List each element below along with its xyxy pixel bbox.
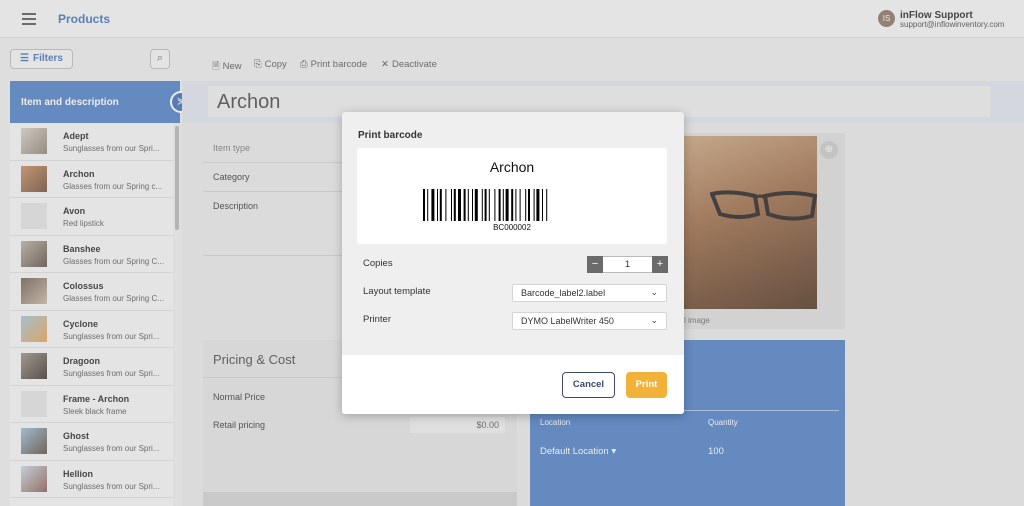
- preview-product-name: Archon: [489, 159, 535, 175]
- barcode-bar: [481, 189, 483, 221]
- barcode-bar: [525, 189, 527, 221]
- barcode-bar: [533, 189, 535, 221]
- barcode-bar: [463, 189, 466, 221]
- barcode-bar: [431, 189, 435, 221]
- barcode-bar: [546, 189, 548, 221]
- copies-label: Copies: [363, 258, 393, 269]
- barcode-bar: [488, 189, 490, 221]
- barcode-bar: [536, 189, 540, 221]
- decrement-button[interactable]: −: [587, 256, 603, 273]
- barcode-bar: [458, 189, 461, 221]
- barcode-number: BC000002: [493, 223, 531, 232]
- barcode-bar: [427, 189, 429, 221]
- cancel-button[interactable]: Cancel: [562, 372, 615, 398]
- print-barcode-dialog: Print barcode Archon BC000002 Copies − 1…: [342, 112, 684, 414]
- copies-value[interactable]: 1: [604, 259, 651, 270]
- barcode-image: [423, 189, 548, 221]
- barcode-bar: [423, 189, 425, 221]
- printer-select[interactable]: DYMO LabelWriter 450 ⌄: [512, 312, 667, 330]
- barcode-bar: [515, 189, 517, 221]
- barcode-bar: [439, 189, 442, 221]
- layout-template-select[interactable]: Barcode_label2.label ⌄: [512, 284, 667, 302]
- increment-button[interactable]: +: [652, 256, 668, 273]
- barcode-bar: [505, 189, 509, 221]
- layout-template-label: Layout template: [363, 286, 431, 297]
- barcode-bar: [502, 189, 504, 221]
- barcode-bar: [528, 189, 530, 221]
- barcode-bar: [474, 189, 478, 221]
- chevron-down-icon: ⌄: [650, 315, 658, 325]
- barcode-bar: [519, 189, 521, 221]
- barcode-bar: [445, 189, 447, 221]
- barcode-bar: [494, 189, 496, 221]
- barcode-bar: [451, 189, 452, 221]
- barcode-bar: [453, 189, 456, 221]
- copies-stepper: − 1 +: [587, 256, 668, 273]
- barcode-bar: [498, 189, 501, 221]
- label-preview: Archon BC000002: [357, 148, 667, 244]
- barcode-bar: [511, 189, 514, 221]
- print-button[interactable]: Print: [626, 372, 667, 398]
- barcode-bar: [542, 189, 543, 221]
- barcode-bar: [472, 189, 473, 221]
- chevron-down-icon: ⌄: [650, 287, 658, 297]
- barcode-bar: [484, 189, 487, 221]
- barcode-bar: [467, 189, 469, 221]
- dialog-title: Print barcode: [358, 130, 423, 141]
- printer-label: Printer: [363, 314, 391, 325]
- barcode-bar: [437, 189, 438, 221]
